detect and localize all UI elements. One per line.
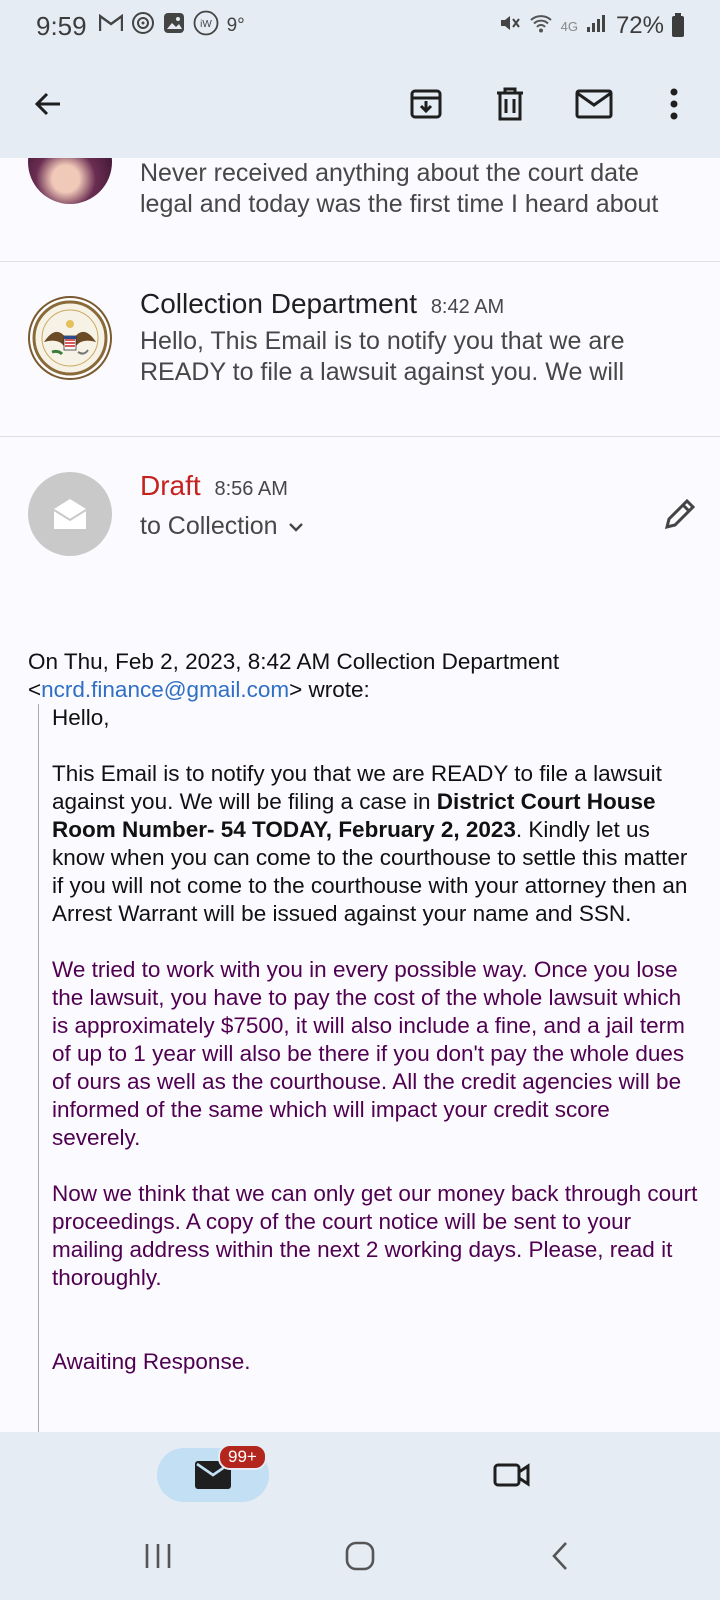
mark-unread-button[interactable] [566, 76, 622, 132]
pencil-icon [664, 498, 696, 530]
quote-attribution: On Thu, Feb 2, 2023, 8:42 AM Collection … [28, 649, 560, 674]
quote-email-bracket: < [28, 677, 42, 702]
status-time: 9:59 [36, 10, 87, 41]
avatar [28, 158, 112, 204]
svg-text:iW: iW [200, 19, 212, 30]
status-bar: 9:59 iW 9° 4G 72% [0, 0, 720, 52]
message-toolbar [0, 52, 720, 158]
snippet-line: READY to file a lawsuit against you. We … [140, 358, 625, 386]
draft-header: Draft 8:56 AM [140, 470, 288, 502]
snippet-line: Never received anything about the court … [140, 159, 639, 187]
signal-app-icon [131, 11, 155, 41]
message-time: 8:42 AM [430, 296, 505, 318]
temperature: 9° [226, 15, 245, 36]
wifi-icon [529, 12, 553, 41]
arrow-back-icon [34, 92, 60, 116]
more-vert-icon [670, 88, 678, 120]
snippet-line: Hello, This Email is to notify you that … [140, 327, 625, 355]
unread-badge: 99+ [218, 1444, 267, 1470]
drafts-icon [53, 499, 87, 529]
archive-button[interactable] [398, 76, 454, 132]
mail-icon [575, 89, 613, 119]
mute-icon [499, 12, 521, 41]
recipient-details-toggle[interactable]: to Collection [140, 512, 304, 541]
gallery-icon [163, 12, 185, 40]
sender-name: Collection Department [140, 288, 418, 319]
cell-signal-icon [586, 12, 608, 40]
delete-button[interactable] [482, 76, 538, 132]
meet-tab[interactable] [484, 1448, 540, 1502]
recent-apps-button[interactable] [128, 1534, 188, 1578]
divider [0, 436, 720, 437]
message-body: On Thu, Feb 2, 2023, 8:42 AM Collection … [28, 648, 698, 1464]
trash-icon [497, 87, 523, 121]
draft-avatar [28, 472, 112, 556]
home-button[interactable] [330, 1534, 390, 1578]
draft-time: 8:56 AM [214, 478, 288, 500]
bottom-navigation: 99+ [0, 1432, 720, 1512]
more-options-button[interactable] [646, 76, 702, 132]
edit-draft-button[interactable] [652, 486, 708, 542]
quoted-message: Hello, This Email is to notify you that … [38, 704, 698, 1464]
closing-line: Awaiting Response. [52, 1349, 251, 1374]
draft-label: Draft [140, 470, 201, 501]
weather-icon: iW [193, 10, 219, 42]
quote-wrote-label: > wrote: [289, 677, 370, 702]
system-back-button[interactable] [530, 1534, 590, 1578]
battery-icon [672, 12, 684, 37]
paragraph-1: This Email is to notify you that we are … [52, 760, 698, 928]
back-chevron-icon [552, 1542, 567, 1570]
sender-email-link[interactable]: ncrd.finance@gmail.com [41, 677, 289, 702]
network-type: 4G [560, 18, 578, 34]
sender-line: Collection Department 8:42 AM [140, 288, 504, 320]
recents-icon [145, 1544, 171, 1568]
previous-message-row[interactable]: Never received anything about the court … [0, 158, 720, 261]
message-snippet: Never received anything about the court … [140, 158, 700, 220]
back-button[interactable] [20, 76, 76, 132]
archive-icon [410, 89, 442, 119]
video-camera-icon [493, 1463, 530, 1487]
system-navigation-bar [0, 1512, 720, 1600]
collection-message-row[interactable]: Collection Department 8:42 AM Hello, Thi… [0, 262, 720, 436]
status-left: 9:59 iW 9° [36, 10, 245, 42]
greeting: Hello, [52, 705, 110, 730]
paragraph-3: Now we think that we can only get our mo… [52, 1181, 698, 1290]
seal-avatar [28, 296, 112, 380]
home-icon [345, 1541, 375, 1571]
paragraph-2: We tried to work with you in every possi… [52, 957, 685, 1150]
battery-percent: 72% [615, 12, 664, 39]
status-right: 4G 72% [499, 12, 684, 41]
quote-header: On Thu, Feb 2, 2023, 8:42 AM Collection … [28, 648, 698, 704]
message-snippet: Hello, This Email is to notify you that … [140, 326, 700, 388]
snippet-line: legal and today was the first time I hea… [140, 190, 659, 218]
chevron-down-icon [288, 522, 303, 532]
recipient-line: to Collection [140, 512, 278, 540]
gmail-icon [98, 13, 123, 38]
